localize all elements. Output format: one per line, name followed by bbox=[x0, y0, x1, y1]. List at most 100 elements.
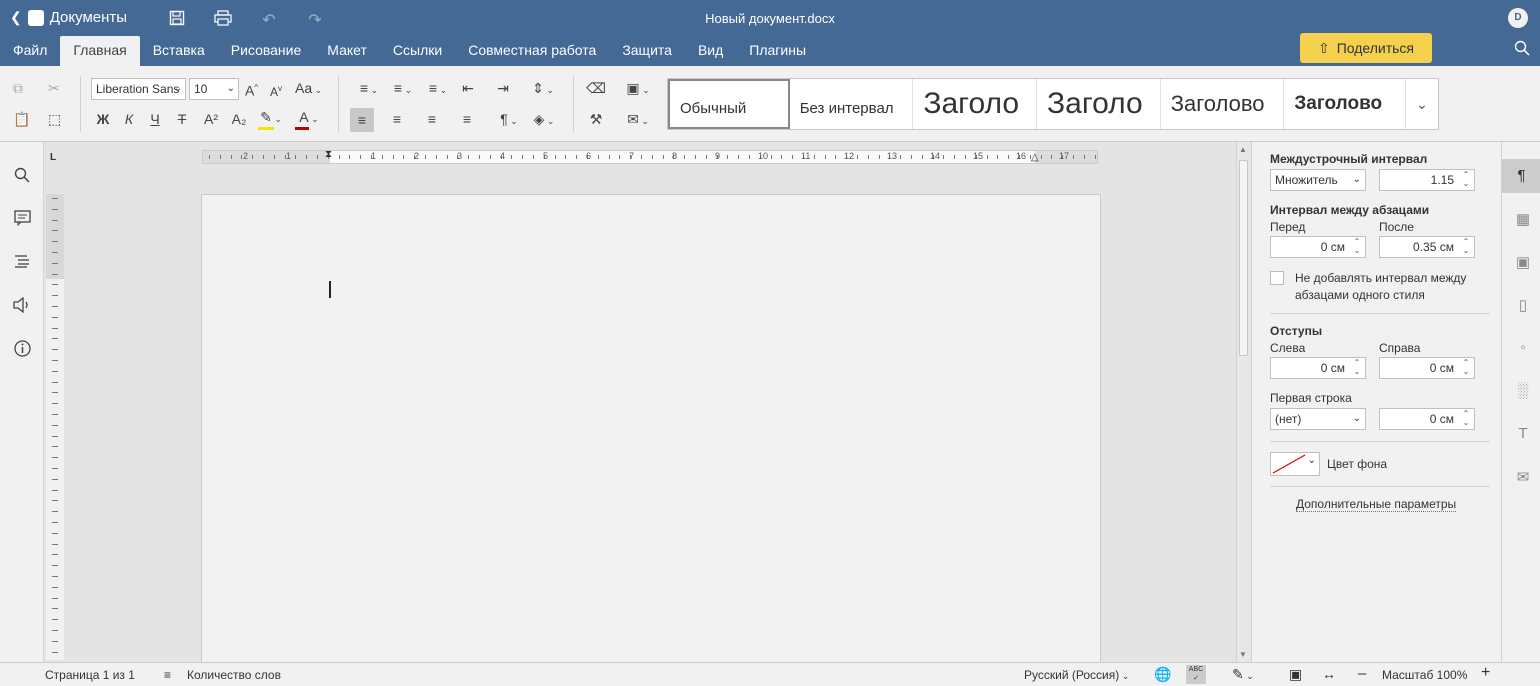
line-spacing-mode-select[interactable]: Множитель ⌄ bbox=[1270, 169, 1366, 191]
background-color-picker[interactable]: ⌄ bbox=[1270, 452, 1320, 476]
table-icon[interactable]: ▦ bbox=[1513, 210, 1533, 230]
redo-icon[interactable]: ↷ bbox=[304, 10, 326, 31]
page-indicator[interactable]: Страница 1 из 1 bbox=[45, 668, 135, 682]
shape-icon[interactable]: ◦ bbox=[1513, 339, 1533, 359]
bold-button[interactable]: Ж bbox=[94, 110, 112, 130]
spinner-icon[interactable]: ⌃ ⌄ bbox=[1460, 237, 1472, 255]
spinner-icon[interactable]: ⌃ ⌄ bbox=[1351, 358, 1363, 376]
image-icon[interactable]: ▣ bbox=[1513, 253, 1533, 273]
style-no-spacing[interactable]: Без интервал bbox=[790, 79, 914, 129]
tab-stop-selector[interactable]: L bbox=[50, 152, 62, 164]
clear-style-button[interactable]: ⌫ bbox=[586, 79, 606, 99]
decrease-indent-button[interactable]: ⇤ bbox=[459, 79, 477, 99]
paste-icon[interactable]: 📋 bbox=[13, 110, 30, 130]
highlight-color-button[interactable]: ✎ ⌄ bbox=[256, 108, 286, 130]
first-line-input[interactable]: 0 см ⌃ ⌄ bbox=[1379, 408, 1475, 430]
navigation-icon[interactable] bbox=[12, 254, 32, 274]
font-color-button[interactable]: A ⌄ bbox=[294, 108, 324, 130]
align-center-button[interactable]: ≡ bbox=[388, 110, 406, 130]
indent-marker-icon[interactable]: ⧗ bbox=[325, 149, 332, 160]
menu-tab[interactable]: Плагины bbox=[736, 36, 819, 66]
menu-tab[interactable]: Вставка bbox=[140, 36, 218, 66]
right-indent-marker-icon[interactable]: △ bbox=[1031, 152, 1039, 163]
subscript-button[interactable]: A₂ bbox=[228, 110, 250, 130]
mail-merge-button[interactable]: ✉ ⌄ bbox=[621, 110, 655, 130]
justify-button[interactable]: ≡ bbox=[458, 110, 476, 130]
line-spacing-button[interactable]: ⇕ ⌄ bbox=[528, 79, 558, 99]
chart-icon[interactable]: ░ bbox=[1513, 382, 1533, 402]
menu-tab[interactable]: Макет bbox=[314, 36, 380, 66]
style-normal[interactable]: Обычный bbox=[668, 79, 790, 129]
horizontal-ruler[interactable]: 2 1 1 2 3 4 5 6 7 8 9 10 11 12 13 14 15 16 17 ⧗ △ bbox=[202, 149, 1098, 164]
align-left-button[interactable]: ≡ bbox=[350, 108, 374, 132]
increase-indent-button[interactable]: ⇥ bbox=[494, 79, 512, 99]
increase-font-button[interactable]: A^ bbox=[245, 79, 258, 99]
align-right-button[interactable]: ≡ bbox=[423, 110, 441, 130]
nonprinting-chars-button[interactable]: ¶ ⌄ bbox=[493, 110, 525, 130]
fit-width-icon[interactable]: ↔ bbox=[1322, 666, 1336, 682]
search-icon[interactable] bbox=[12, 167, 32, 187]
vertical-ruler[interactable] bbox=[46, 194, 64, 660]
menu-tab[interactable]: Ссылки bbox=[380, 36, 455, 66]
speech-icon[interactable] bbox=[12, 296, 32, 317]
numbering-button[interactable]: ≡ ⌄ bbox=[388, 79, 418, 99]
zoom-level[interactable]: Масштаб 100% bbox=[1382, 668, 1467, 682]
dont-add-space-checkbox[interactable] bbox=[1270, 271, 1284, 285]
comments-icon[interactable] bbox=[12, 210, 32, 230]
scroll-up-icon[interactable]: ▲ bbox=[1239, 145, 1247, 154]
text-art-icon[interactable]: T bbox=[1513, 425, 1533, 445]
language-select[interactable]: Русский (Россия) ⌄ bbox=[1024, 668, 1129, 682]
spinner-icon[interactable]: ⌃ ⌄ bbox=[1460, 409, 1472, 427]
vertical-scrollbar[interactable]: ▲ ▼ bbox=[1236, 142, 1250, 662]
advanced-settings-link[interactable]: Дополнительные параметры bbox=[1296, 497, 1457, 512]
word-count-button[interactable]: Количество слов bbox=[187, 668, 281, 682]
print-icon[interactable] bbox=[212, 10, 234, 31]
spinner-icon[interactable]: ⌃ ⌄ bbox=[1460, 170, 1472, 188]
fit-page-icon[interactable]: ▣ bbox=[1289, 666, 1302, 683]
spacing-before-input[interactable]: 0 см ⌃ ⌄ bbox=[1270, 236, 1366, 258]
superscript-button[interactable]: A² bbox=[200, 110, 222, 130]
style-heading-2[interactable]: Заголо bbox=[1037, 79, 1161, 129]
search-icon[interactable] bbox=[1514, 40, 1530, 61]
globe-icon[interactable]: 🌐 bbox=[1154, 666, 1171, 683]
first-line-select[interactable]: (нет) ⌄ bbox=[1270, 408, 1366, 430]
italic-button[interactable]: К bbox=[120, 110, 138, 130]
style-heading-4[interactable]: Заголово bbox=[1284, 79, 1407, 129]
paragraph-icon[interactable]: ¶ bbox=[1502, 159, 1540, 193]
multilevel-list-button[interactable]: ≡ ⌄ bbox=[423, 79, 453, 99]
word-count-icon[interactable]: ≡ bbox=[164, 668, 171, 682]
zoom-out-icon[interactable]: – bbox=[1358, 665, 1366, 682]
line-spacing-input[interactable]: 1.15 ⌃ ⌄ bbox=[1379, 169, 1475, 191]
font-name-select[interactable]: Liberation Sans ⌄ bbox=[91, 78, 186, 100]
copy-style-button[interactable]: ⚒ bbox=[586, 110, 606, 130]
bullets-button[interactable]: ≡ ⌄ bbox=[354, 79, 384, 99]
scroll-thumb[interactable] bbox=[1239, 160, 1248, 356]
indent-left-input[interactable]: 0 см ⌃ ⌄ bbox=[1270, 357, 1366, 379]
copy-icon[interactable]: ⧉ bbox=[13, 79, 23, 99]
spinner-icon[interactable]: ⌃ ⌄ bbox=[1460, 358, 1472, 376]
style-heading-3[interactable]: Заголово bbox=[1161, 79, 1285, 129]
share-button[interactable]: ⇧ Поделиться bbox=[1300, 33, 1432, 63]
save-icon[interactable] bbox=[166, 10, 188, 31]
undo-icon[interactable]: ↶ bbox=[258, 10, 280, 31]
spellcheck-icon[interactable]: ABC ✓ bbox=[1186, 665, 1206, 684]
header-footer-icon[interactable]: ▯ bbox=[1513, 296, 1533, 316]
avatar[interactable]: D bbox=[1508, 8, 1528, 28]
font-size-select[interactable]: 10 ⌄ bbox=[189, 78, 239, 100]
select-all-icon[interactable]: ⬚ bbox=[48, 110, 61, 130]
cut-icon[interactable]: ✂ bbox=[48, 79, 60, 99]
indent-right-input[interactable]: 0 см ⌃ ⌄ bbox=[1379, 357, 1475, 379]
underline-button[interactable]: Ч bbox=[146, 110, 164, 130]
spinner-icon[interactable]: ⌃ ⌄ bbox=[1351, 237, 1363, 255]
strikethrough-button[interactable]: Т bbox=[173, 110, 191, 130]
document-page[interactable] bbox=[201, 194, 1101, 664]
menu-tab[interactable]: Рисование bbox=[218, 36, 315, 66]
spacing-after-input[interactable]: 0.35 см ⌃ ⌄ bbox=[1379, 236, 1475, 258]
chevron-down-icon[interactable]: ⌄ bbox=[1406, 79, 1438, 129]
zoom-in-icon[interactable]: + bbox=[1481, 664, 1490, 682]
menu-tab[interactable]: Защита bbox=[609, 36, 685, 66]
paragraph-shading-button[interactable]: ◈ ⌄ bbox=[528, 110, 560, 130]
menu-tab[interactable]: Совместная работа bbox=[455, 36, 609, 66]
back-to-documents-button[interactable]: ❮ Документы bbox=[10, 9, 127, 26]
decrease-font-button[interactable]: Av bbox=[270, 80, 282, 100]
